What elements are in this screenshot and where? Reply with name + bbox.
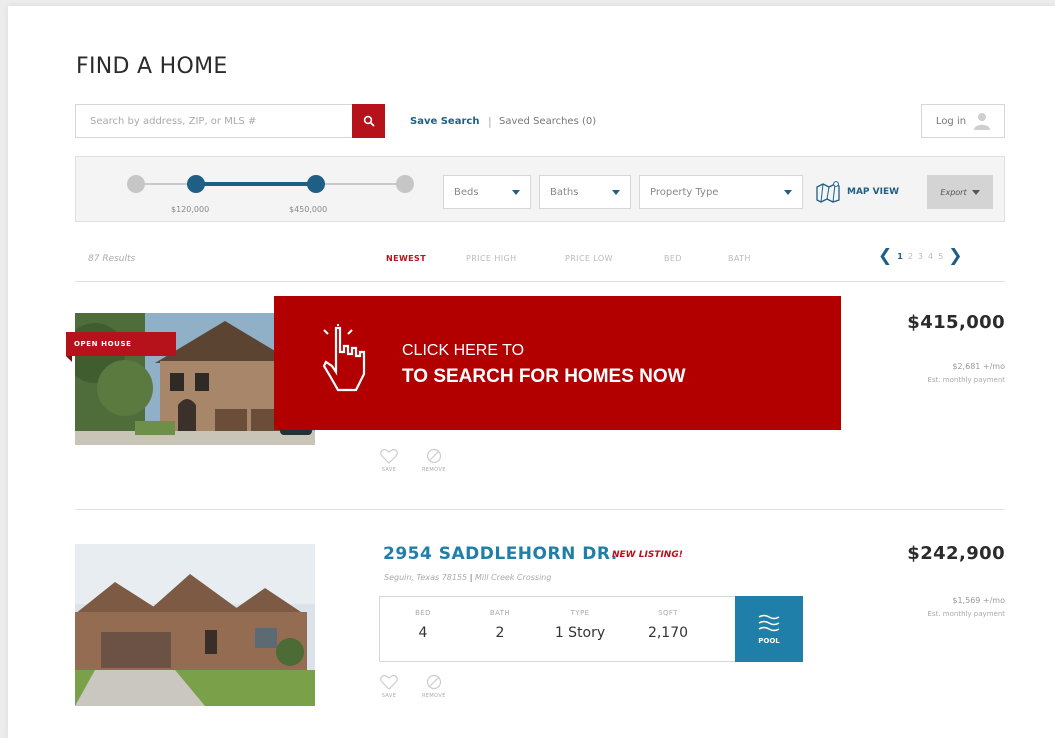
spec-bath: BATH 2: [480, 609, 520, 641]
chevron-down-icon: [971, 189, 980, 195]
pool-label: POOL: [758, 637, 780, 645]
login-button[interactable]: Log in: [921, 104, 1005, 138]
remove-icon: [426, 448, 441, 464]
search-button[interactable]: [352, 104, 385, 138]
page-3[interactable]: 3: [918, 252, 923, 261]
pool-icon: [758, 614, 780, 632]
price-slider-range: [196, 182, 316, 186]
slider-stop-grey[interactable]: [396, 175, 414, 193]
spec-bath-label: BATH: [489, 609, 511, 617]
search-icon: [363, 115, 374, 127]
remove-label: REMOVE: [422, 467, 446, 473]
pointer-hand-icon: [322, 324, 366, 392]
price-max-label: $450,000: [289, 205, 328, 214]
link-separator: |: [488, 115, 492, 128]
login-label: Log in: [935, 115, 967, 127]
listing-specs: BED 4 BATH 2 TYPE 1 Story SQFT 2,170: [379, 596, 739, 662]
monthly-payment-label: Est. monthly payment: [927, 610, 1005, 618]
remove-listing-button[interactable]: REMOVE: [422, 448, 446, 473]
cta-line-2: TO SEARCH FOR HOMES NOW: [402, 366, 686, 387]
listing-price: $415,000: [907, 312, 1005, 333]
map-view-button[interactable]: MAP VIEW: [815, 175, 899, 209]
filter-bar: $120,000 $450,000 Beds Baths Property Ty…: [75, 156, 1005, 222]
page-5[interactable]: 5: [938, 252, 943, 261]
saved-searches-link[interactable]: Saved Searches (0): [499, 116, 596, 127]
save-listing-button[interactable]: SAVE: [380, 674, 398, 699]
map-icon: [816, 181, 840, 203]
heart-icon: [380, 448, 398, 464]
spec-bed-label: BED: [415, 609, 431, 617]
spec-type-label: TYPE: [570, 609, 590, 617]
sort-price-high[interactable]: PRICE HIGH: [466, 254, 517, 263]
spec-type: TYPE 1 Story: [545, 609, 615, 641]
listing-photo[interactable]: [75, 544, 315, 706]
save-search-link[interactable]: Save Search: [410, 116, 479, 127]
sort-price-low[interactable]: PRICE LOW: [565, 254, 613, 263]
sort-bath[interactable]: BATH: [728, 254, 751, 263]
baths-select-label: Baths: [550, 186, 579, 198]
search-box: [75, 104, 385, 138]
search-homes-cta[interactable]: CLICK HERE TO TO SEARCH FOR HOMES NOW: [274, 296, 841, 430]
remove-icon: [426, 674, 441, 690]
house-photo-2: [75, 544, 315, 706]
export-button[interactable]: Export: [927, 175, 993, 209]
page-4[interactable]: 4: [928, 252, 933, 261]
page-title: FIND A HOME: [76, 54, 228, 79]
save-label: SAVE: [381, 693, 397, 699]
divider: [75, 509, 1005, 510]
chevron-down-icon: [612, 189, 620, 195]
cta-line-1: CLICK HERE TO: [402, 342, 525, 359]
baths-select[interactable]: Baths: [539, 175, 631, 209]
property-type-label: Property Type: [650, 186, 719, 198]
listing-location: Seguin, Texas 78155 | Mill Creek Crossin…: [384, 573, 552, 582]
sort-newest[interactable]: NEWEST: [386, 254, 426, 263]
pool-feature-badge: POOL: [735, 596, 803, 662]
listing-price: $242,900: [907, 543, 1005, 564]
map-view-label: MAP VIEW: [847, 187, 900, 197]
beds-select-label: Beds: [454, 186, 479, 198]
sort-bed[interactable]: BED: [664, 254, 682, 263]
chevron-down-icon: [784, 189, 792, 195]
monthly-payment-label: Est. monthly payment: [927, 376, 1005, 384]
listing-address[interactable]: 2954 SADDLEHORN DR.: [383, 544, 618, 564]
save-listing-button[interactable]: SAVE: [380, 448, 398, 473]
heart-icon: [380, 674, 398, 690]
chevron-right-icon[interactable]: ❯: [948, 248, 962, 265]
results-count: 87 Results: [88, 254, 136, 264]
save-label: SAVE: [381, 467, 397, 473]
spec-type-value: 1 Story: [554, 625, 606, 641]
price-min-label: $120,000: [171, 205, 210, 214]
monthly-payment: $2,681 +/mo: [952, 362, 1005, 371]
user-icon: [974, 113, 991, 130]
price-min-handle[interactable]: [187, 175, 205, 193]
price-max-handle[interactable]: [307, 175, 325, 193]
chevron-down-icon: [512, 189, 520, 195]
search-input[interactable]: [76, 105, 354, 137]
page-2[interactable]: 2: [908, 252, 913, 261]
chevron-left-icon[interactable]: ❮: [878, 248, 892, 265]
monthly-payment: $1,569 +/mo: [952, 596, 1005, 605]
spec-sqft-value: 2,170: [647, 625, 689, 641]
new-listing-tag: NEW LISTING!: [612, 550, 683, 560]
beds-select[interactable]: Beds: [443, 175, 531, 209]
spec-sqft-label: SQFT: [658, 609, 678, 617]
listing-subdivision: Mill Creek Crossing: [474, 573, 552, 582]
page-1[interactable]: 1: [897, 252, 903, 261]
remove-listing-button[interactable]: REMOVE: [422, 674, 446, 699]
pagination: ❮ 1 2 3 4 5 ❯: [878, 248, 962, 265]
open-house-badge: OPEN HOUSE: [66, 332, 176, 362]
listing-city: Seguin, Texas 78155: [384, 573, 468, 582]
slider-stop-grey[interactable]: [127, 175, 145, 193]
spec-bath-value: 2: [495, 625, 505, 641]
remove-label: REMOVE: [422, 693, 446, 699]
property-type-select[interactable]: Property Type: [639, 175, 803, 209]
export-label: Export: [940, 187, 967, 197]
divider: [75, 281, 1005, 282]
page: FIND A HOME Save Search | Saved Searches…: [8, 6, 1055, 738]
spec-sqft: SQFT 2,170: [638, 609, 698, 641]
spec-bed-value: 4: [418, 625, 428, 641]
spec-bed: BED 4: [408, 609, 438, 641]
